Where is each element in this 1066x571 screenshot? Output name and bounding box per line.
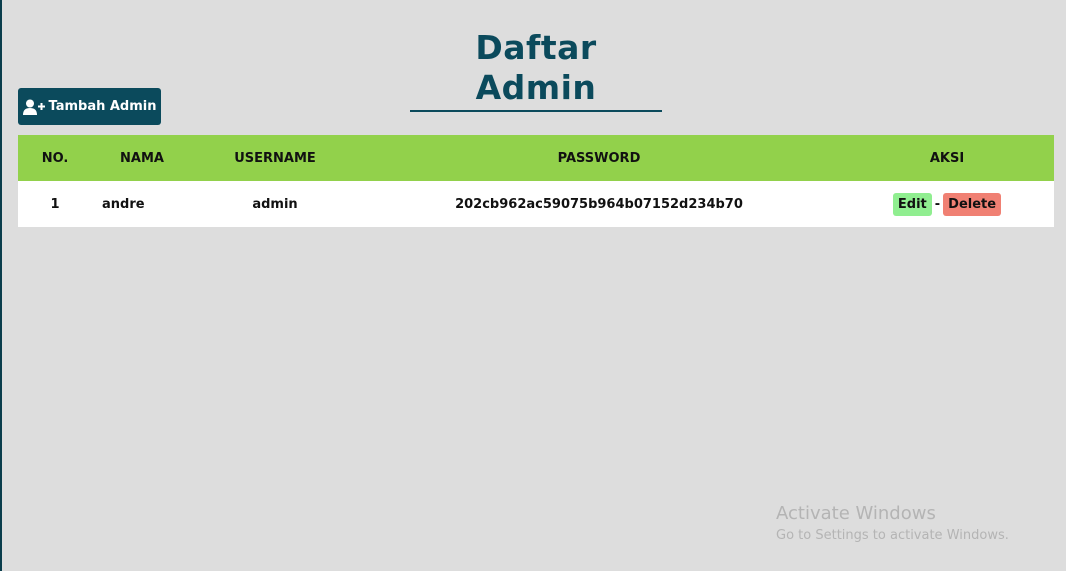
page: Daftar Admin Tambah Admin NO. NAMA USERN… xyxy=(0,0,1066,571)
cell-username: admin xyxy=(252,196,298,212)
header-no: NO. xyxy=(41,150,69,166)
cell-nama: andre xyxy=(102,196,145,212)
watermark-title: Activate Windows xyxy=(776,503,936,524)
header-username: USERNAME xyxy=(234,150,316,166)
action-separator: - xyxy=(934,196,941,212)
delete-button[interactable]: Delete xyxy=(943,192,1002,216)
user-plus-icon xyxy=(22,99,45,115)
cell-password: 202cb962ac59075b964b07152d234b70 xyxy=(455,196,743,212)
add-admin-label: Tambah Admin xyxy=(48,99,157,114)
header-nama: NAMA xyxy=(120,150,164,166)
table-body: 1 andre admin 202cb962ac59075b964b07152d… xyxy=(18,181,1054,227)
page-title: Daftar Admin xyxy=(475,28,597,107)
windows-activation-watermark: Activate Windows Go to Settings to activ… xyxy=(776,502,1009,546)
page-title-wrap: Daftar Admin xyxy=(410,28,662,112)
add-admin-button[interactable]: Tambah Admin xyxy=(18,88,161,125)
edit-button[interactable]: Edit xyxy=(892,192,932,216)
table-row: 1 andre admin 202cb962ac59075b964b07152d… xyxy=(18,181,1054,227)
table-header: NO. NAMA USERNAME PASSWORD AKSI xyxy=(18,135,1054,181)
admin-table: NO. NAMA USERNAME PASSWORD AKSI 1 andre … xyxy=(18,135,1054,227)
cell-aksi: Edit - Delete xyxy=(840,181,1054,227)
table-header-row: NO. NAMA USERNAME PASSWORD AKSI xyxy=(18,135,1054,181)
watermark-subtitle: Go to Settings to activate Windows. xyxy=(776,528,1009,543)
header-aksi: AKSI xyxy=(929,150,965,166)
header-password: PASSWORD xyxy=(557,150,641,166)
title-underline xyxy=(410,110,662,112)
cell-no: 1 xyxy=(50,196,60,212)
